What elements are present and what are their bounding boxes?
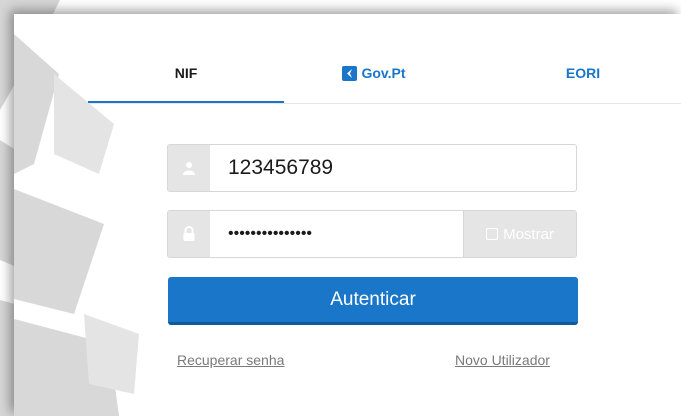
- recover-password-link[interactable]: Recuperar senha: [177, 352, 284, 368]
- active-tab-indicator: [88, 101, 284, 103]
- password-input[interactable]: •••••••••••••••: [210, 211, 463, 257]
- login-method-tabs: NIF Gov.Pt EORI: [88, 14, 681, 104]
- show-password-label: Mostrar: [503, 225, 554, 243]
- tab-nif[interactable]: NIF: [88, 58, 284, 88]
- nif-input[interactable]: 123456789: [210, 145, 576, 191]
- show-password-toggle[interactable]: Mostrar: [463, 211, 576, 257]
- tab-eori-label: EORI: [565, 65, 601, 81]
- lock-icon: [168, 211, 210, 257]
- tab-govpt-label: Gov.Pt: [361, 65, 406, 81]
- govpt-logo-icon: [342, 65, 358, 81]
- nif-field[interactable]: 123456789: [167, 144, 577, 192]
- show-password-checkbox[interactable]: [486, 228, 499, 240]
- authenticate-button[interactable]: Autenticar: [168, 277, 578, 325]
- user-icon: [168, 145, 210, 191]
- login-card: NIF Gov.Pt EORI 123456789 ••••••••••••••…: [14, 14, 681, 416]
- password-field[interactable]: ••••••••••••••• Mostrar: [167, 210, 577, 258]
- tab-nif-label: NIF: [174, 65, 198, 81]
- tab-govpt[interactable]: Gov.Pt: [314, 58, 434, 88]
- new-user-link[interactable]: Novo Utilizador: [455, 352, 550, 368]
- tab-eori[interactable]: EORI: [508, 58, 658, 88]
